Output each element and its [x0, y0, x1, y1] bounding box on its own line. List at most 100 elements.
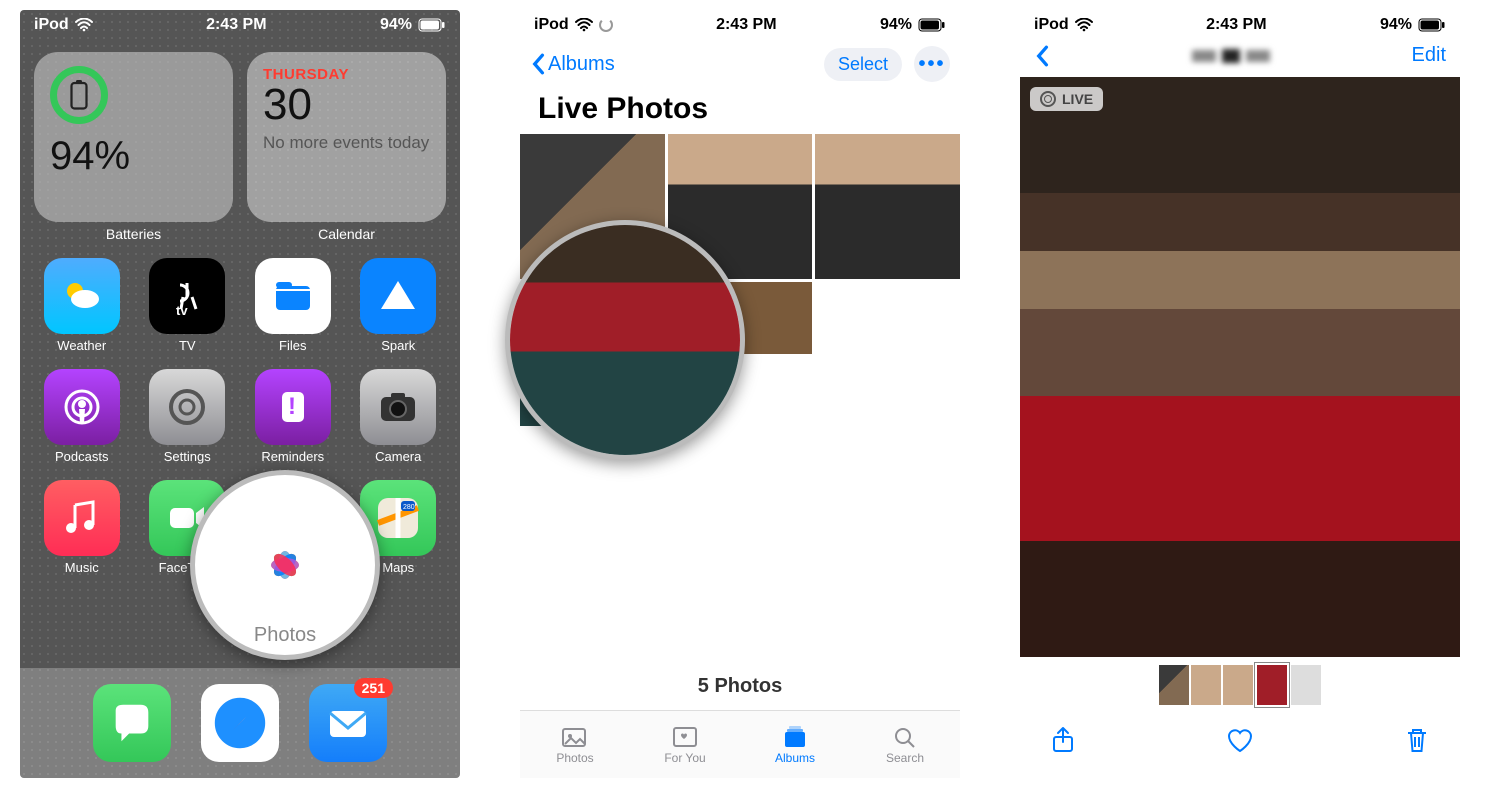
wifi-icon — [1075, 18, 1093, 32]
dock-messages[interactable] — [93, 684, 171, 762]
calendar-date: 30 — [263, 83, 430, 127]
tv-icon: tv — [149, 258, 225, 334]
battery-ring-icon — [50, 66, 108, 124]
back-button[interactable]: Albums — [530, 53, 615, 76]
tab-albums[interactable]: Albums — [740, 711, 850, 778]
photos-icon-large — [215, 495, 355, 635]
widget-label-batteries: Batteries — [34, 226, 233, 242]
batteries-widget[interactable]: 94% — [34, 52, 233, 222]
filmstrip-thumb[interactable] — [1291, 665, 1321, 705]
battery-icon — [918, 18, 946, 32]
chevron-left-icon — [1034, 45, 1050, 67]
magnifier-label: Photos — [254, 624, 316, 647]
camera-icon — [360, 369, 436, 445]
wifi-icon — [575, 18, 593, 32]
loading-spinner-icon — [599, 18, 613, 32]
share-icon — [1048, 725, 1078, 755]
battery-icon — [1418, 18, 1446, 32]
foryou-tab-icon — [671, 725, 699, 749]
favorite-button[interactable] — [1225, 725, 1255, 760]
app-tv[interactable]: tvTV — [140, 258, 236, 353]
select-button[interactable]: Select — [824, 48, 902, 81]
nav-bar: Edit — [1020, 40, 1460, 77]
screenshot-photo-detail: iPod 2:43 PM 94% Edit LIVE — [1020, 10, 1460, 778]
albums-tab-icon — [781, 725, 809, 749]
live-label: LIVE — [1062, 91, 1093, 107]
battery-pct: 94% — [1380, 16, 1412, 34]
photo-viewer[interactable]: LIVE — [1020, 77, 1460, 657]
podcasts-icon — [44, 369, 120, 445]
mail-badge: 251 — [354, 678, 393, 698]
dock-mail[interactable]: 251 — [309, 684, 387, 762]
tab-search[interactable]: Search — [850, 711, 960, 778]
svg-text:!: ! — [288, 393, 296, 420]
nav-bar: Albums Select ••• — [520, 40, 960, 90]
screenshot-live-photos-album: iPod 2:43 PM 94% Albums Select ••• Live … — [520, 10, 960, 778]
wifi-icon — [75, 18, 93, 32]
clock: 2:43 PM — [206, 16, 266, 34]
back-label: Albums — [548, 53, 615, 76]
chevron-left-icon — [530, 53, 546, 75]
screenshot-home-screen: iPod 2:43 PM 94% 94% THURSDAY 30 No more… — [20, 10, 460, 778]
app-settings[interactable]: Settings — [140, 369, 236, 464]
share-button[interactable] — [1048, 725, 1078, 760]
status-bar: iPod 2:43 PM 94% — [1020, 10, 1460, 40]
photo-thumbnail[interactable] — [815, 134, 960, 279]
album-title: Live Photos — [520, 90, 960, 134]
battery-pct: 94% — [880, 16, 912, 34]
trash-icon — [1402, 725, 1432, 755]
calendar-widget[interactable]: THURSDAY 30 No more events today — [247, 52, 446, 222]
widget-label-calendar: Calendar — [247, 226, 446, 242]
live-icon — [1040, 91, 1056, 107]
search-tab-icon — [891, 725, 919, 749]
heart-icon — [1225, 725, 1255, 755]
app-files[interactable]: Files — [245, 258, 341, 353]
status-bar: iPod 2:43 PM 94% — [520, 10, 960, 40]
battery-pct-large: 94% — [50, 134, 217, 179]
clock: 2:43 PM — [716, 16, 776, 34]
app-camera[interactable]: Camera — [351, 369, 447, 464]
battery-pct: 94% — [380, 16, 412, 34]
filmstrip-thumb[interactable] — [1191, 665, 1221, 705]
clock: 2:43 PM — [1206, 16, 1266, 34]
magnifier-selected-photo — [505, 220, 745, 460]
device-label: iPod — [1034, 16, 1069, 34]
toolbar — [1020, 715, 1460, 760]
device-label: iPod — [34, 16, 69, 34]
app-music[interactable]: Music — [34, 480, 130, 575]
device-label: iPod — [534, 16, 569, 34]
music-icon — [44, 480, 120, 556]
filmstrip-thumb-current[interactable] — [1255, 663, 1289, 707]
files-icon — [255, 258, 331, 334]
dock-safari[interactable] — [201, 684, 279, 762]
spark-icon — [360, 258, 436, 334]
tab-bar: Photos For You Albums Search — [520, 710, 960, 778]
battery-icon — [418, 18, 446, 32]
filmstrip-thumb[interactable] — [1223, 665, 1253, 705]
edit-button[interactable]: Edit — [1412, 44, 1446, 67]
status-bar: iPod 2:43 PM 94% — [20, 10, 460, 40]
app-reminders[interactable]: !Reminders — [245, 369, 341, 464]
app-podcasts[interactable]: Podcasts — [34, 369, 130, 464]
more-button[interactable]: ••• — [914, 46, 950, 82]
filmstrip — [1020, 657, 1460, 715]
reminders-icon: ! — [255, 369, 331, 445]
photo-count: 5 Photos — [520, 675, 960, 698]
svg-text:tv: tv — [176, 303, 188, 318]
delete-button[interactable] — [1402, 725, 1432, 760]
photos-tab-icon — [561, 725, 589, 749]
weather-icon — [44, 258, 120, 334]
app-spark[interactable]: Spark — [351, 258, 447, 353]
dock: 251 — [20, 668, 460, 778]
live-badge: LIVE — [1030, 87, 1103, 111]
tab-photos[interactable]: Photos — [520, 711, 630, 778]
nav-title-redacted — [1192, 49, 1270, 63]
filmstrip-thumb[interactable] — [1159, 665, 1189, 705]
magnifier-photos-app: Photos — [190, 470, 380, 660]
tab-foryou[interactable]: For You — [630, 711, 740, 778]
calendar-text: No more events today — [263, 133, 430, 153]
back-button[interactable] — [1034, 45, 1050, 67]
svg-text:280: 280 — [403, 504, 415, 511]
app-weather[interactable]: Weather — [34, 258, 130, 353]
settings-icon — [149, 369, 225, 445]
